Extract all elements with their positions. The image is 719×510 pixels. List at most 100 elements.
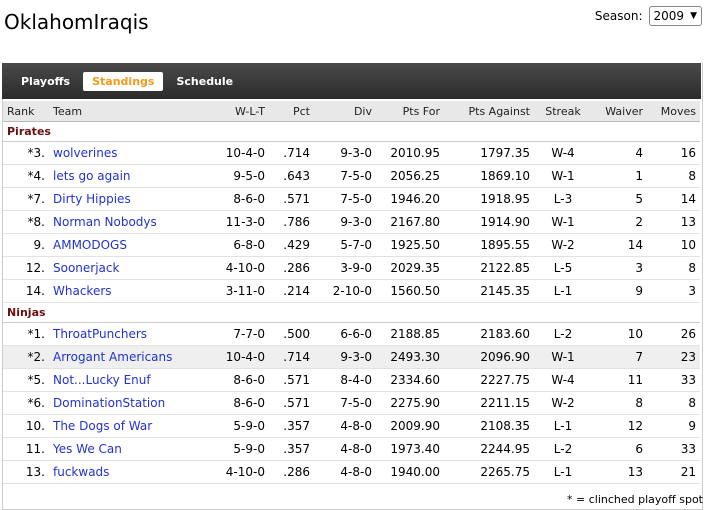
table-row: 12. Soonerjack 4-10-0.286 3-9-0 2029.35 2122.…	[3, 256, 700, 280]
moves-cell: 13	[647, 210, 700, 234]
team-link[interactable]: Yes We Can	[53, 442, 122, 456]
team-link[interactable]: Soonerjack	[53, 261, 119, 275]
table-row: 9. AMMODOGS 6-8-0.429 5-7-0 1925.50 1895.55 W-…	[3, 233, 700, 257]
wlt-cell: 7-7-0	[209, 322, 269, 346]
team-link[interactable]: fuckwads	[53, 465, 109, 479]
team-link[interactable]: Dirty Hippies	[53, 192, 131, 206]
pts-against-cell: 1914.90	[444, 210, 534, 234]
team-link[interactable]: Arrogant Americans	[53, 350, 172, 364]
team-cell: DominationStation	[49, 391, 209, 415]
wlt-cell: 9-5-0	[209, 164, 269, 188]
pts-for-cell: 2056.25	[376, 164, 444, 188]
col-moves[interactable]: Moves	[647, 101, 700, 122]
team-link[interactable]: DominationStation	[53, 396, 165, 410]
team-cell: ThroatPunchers	[49, 322, 209, 346]
wlt-cell: 4-10-0	[209, 256, 269, 280]
pts-against-cell: 1918.95	[444, 187, 534, 211]
team-link[interactable]: Norman Nobodys	[53, 215, 157, 229]
pts-for-cell: 2029.35	[376, 256, 444, 280]
pct-cell: .571	[269, 187, 314, 211]
waiver-cell: 4	[592, 141, 647, 165]
col-streak[interactable]: Streak	[534, 101, 592, 122]
team-cell: Yes We Can	[49, 437, 209, 461]
col-team[interactable]: Team	[49, 101, 209, 122]
pts-against-cell: 2227.75	[444, 368, 534, 392]
div-cell: 8-4-0	[314, 368, 376, 392]
col-pts-for[interactable]: Pts For	[376, 101, 444, 122]
moves-cell: 33	[647, 368, 700, 392]
pct-cell: .500	[269, 322, 314, 346]
pts-for-cell: 2334.60	[376, 368, 444, 392]
div-cell: 5-7-0	[314, 233, 376, 257]
tab-standings[interactable]: Standings	[83, 71, 164, 91]
team-link[interactable]: lets go again	[53, 169, 131, 183]
pts-for-cell: 1946.20	[376, 187, 444, 211]
standings-body: Pirates *3. wolverines 10-4-0.714 9-3-0 2010.…	[3, 121, 700, 484]
team-cell: Soonerjack	[49, 256, 209, 280]
season-dropdown[interactable]: 2009 ▼	[648, 6, 702, 26]
rank-cell: *5.	[3, 368, 49, 392]
waiver-cell: 8	[592, 391, 647, 415]
team-link[interactable]: Not...Lucky Enuf	[53, 373, 151, 387]
pts-for-cell: 1560.50	[376, 279, 444, 303]
pct-cell: .571	[269, 391, 314, 415]
rank-cell: *8.	[3, 210, 49, 234]
waiver-cell: 10	[592, 322, 647, 346]
team-cell: Not...Lucky Enuf	[49, 368, 209, 392]
streak-cell: W-1	[534, 210, 592, 234]
pts-for-cell: 1973.40	[376, 437, 444, 461]
tab-playoffs[interactable]: Playoffs	[12, 72, 79, 91]
page-title: OklahomIraqis	[4, 10, 149, 34]
div-cell: 6-6-0	[314, 322, 376, 346]
col-div[interactable]: Div	[314, 101, 376, 122]
table-row: *5. Not...Lucky Enuf 8-6-0.571 8-4-0 2334.60…	[3, 368, 700, 392]
streak-cell: W-1	[534, 345, 592, 369]
streak-cell: W-2	[534, 391, 592, 415]
div-cell: 9-3-0	[314, 345, 376, 369]
col-wlt[interactable]: W-L-T	[209, 101, 269, 122]
table-row: *6. DominationStation 8-6-0.571 7-5-0 2275.9…	[3, 391, 700, 415]
col-pct[interactable]: Pct	[269, 101, 314, 122]
pct-cell: .571	[269, 368, 314, 392]
moves-cell: 8	[647, 391, 700, 415]
tab-schedule[interactable]: Schedule	[167, 72, 242, 91]
wlt-cell: 10-4-0	[209, 141, 269, 165]
waiver-cell: 11	[592, 368, 647, 392]
waiver-cell: 6	[592, 437, 647, 461]
wlt-cell: 8-6-0	[209, 187, 269, 211]
team-cell: lets go again	[49, 164, 209, 188]
rank-cell: *2.	[3, 345, 49, 369]
pts-for-cell: 2275.90	[376, 391, 444, 415]
team-link[interactable]: AMMODOGS	[53, 238, 127, 252]
team-link[interactable]: ThroatPunchers	[53, 327, 147, 341]
wlt-cell: 3-11-0	[209, 279, 269, 303]
team-link[interactable]: Whackers	[53, 284, 112, 298]
col-pts-against[interactable]: Pts Against	[444, 101, 534, 122]
col-rank[interactable]: Rank	[3, 101, 49, 122]
pts-against-cell: 2096.90	[444, 345, 534, 369]
rank-cell: *6.	[3, 391, 49, 415]
wlt-cell: 10-4-0	[209, 345, 269, 369]
pts-against-cell: 2244.95	[444, 437, 534, 461]
waiver-cell: 13	[592, 460, 647, 484]
division-name: Ninjas	[3, 302, 700, 323]
pts-against-cell: 1895.55	[444, 233, 534, 257]
pts-for-cell: 1940.00	[376, 460, 444, 484]
moves-cell: 26	[647, 322, 700, 346]
team-cell: Norman Nobodys	[49, 210, 209, 234]
rank-cell: 14.	[3, 279, 49, 303]
pts-for-cell: 2010.95	[376, 141, 444, 165]
pct-cell: .643	[269, 164, 314, 188]
pts-against-cell: 2145.35	[444, 279, 534, 303]
division-name: Pirates	[3, 121, 700, 142]
div-cell: 4-8-0	[314, 437, 376, 461]
moves-cell: 21	[647, 460, 700, 484]
div-cell: 9-3-0	[314, 141, 376, 165]
team-link[interactable]: The Dogs of War	[53, 419, 152, 433]
team-link[interactable]: wolverines	[53, 146, 117, 160]
table-row: 13. fuckwads 4-10-0.286 4-8-0 1940.00 2265.75…	[3, 460, 700, 484]
team-cell: AMMODOGS	[49, 233, 209, 257]
col-waiver[interactable]: Waiver	[592, 101, 647, 122]
streak-cell: L-1	[534, 414, 592, 438]
pct-cell: .214	[269, 279, 314, 303]
